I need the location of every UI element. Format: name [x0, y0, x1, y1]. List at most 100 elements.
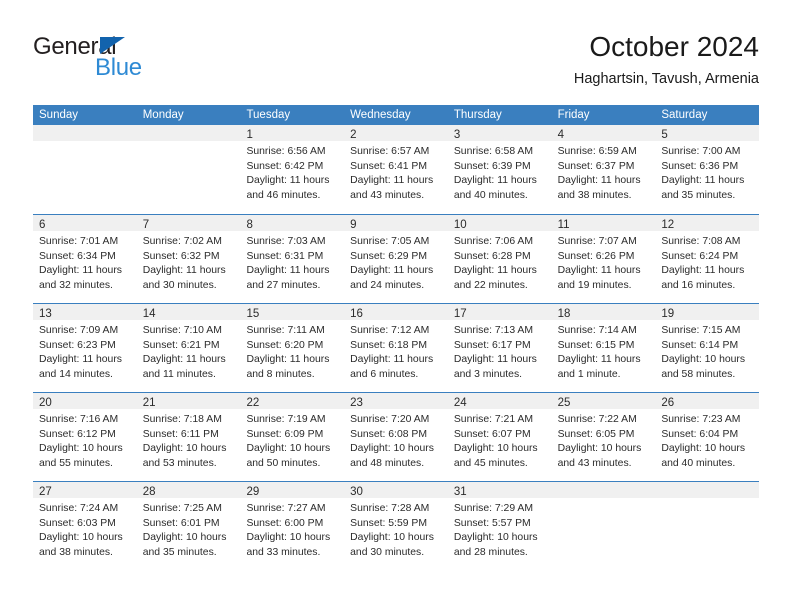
daylight-text-line2: and 27 minutes.: [246, 279, 321, 291]
daylight-text-line2: and 11 minutes.: [142, 368, 216, 380]
day-number-strip: 4: [551, 125, 656, 141]
sunrise-text: Sunrise: 7:22 AM: [557, 414, 637, 425]
weekday-header-friday: Friday: [557, 109, 590, 121]
day-cell[interactable]: 14 Sunrise: 7:10 AM Sunset: 6:21 PM Dayligh…: [136, 304, 241, 392]
page-title: October 2024: [589, 31, 759, 62]
sunset-text: Sunset: 6:42 PM: [246, 160, 324, 172]
day-cell[interactable]: 5 Sunrise: 7:00 AM Sunset: 6:36 PM Daylight…: [655, 125, 760, 214]
daylight-text-line1: Daylight: 10 hours: [557, 443, 642, 455]
day-cell[interactable]: 6 Sunrise: 7:01 AM Sunset: 6:34 PM Daylight…: [33, 215, 137, 303]
day-cell[interactable]: 2 Sunrise: 6:57 AM Sunset: 6:41 PM Daylight…: [344, 125, 448, 214]
sunrise-text: Sunrise: 7:06 AM: [453, 236, 534, 247]
day-cell[interactable]: 28 Sunrise: 7:25 AM Sunset: 6:01 PM Dayligh…: [136, 482, 241, 570]
day-details: Sunrise: 6:57 AM Sunset: 6:41 PM Daylight:…: [344, 141, 448, 203]
day-cell[interactable]: 24 Sunrise: 7:21 AM Sunset: 6:07 PM Dayligh…: [447, 393, 552, 481]
day-details: Sunrise: 7:09 AM Sunset: 6:23 PM Daylight:…: [33, 320, 137, 382]
day-details: Sunrise: 7:06 AM Sunset: 6:28 PM Daylight:…: [448, 231, 552, 293]
day-details: Sunrise: 7:05 AM Sunset: 6:29 PM Daylight:…: [344, 231, 448, 293]
day-number-strip: [33, 125, 137, 141]
sunset-text: Sunset: 6:07 PM: [453, 428, 531, 440]
day-cell[interactable]: 22 Sunrise: 7:19 AM Sunset: 6:09 PM Dayligh…: [240, 393, 345, 481]
daylight-text-line1: Daylight: 11 hours: [350, 265, 434, 277]
sunset-text: Sunset: 6:26 PM: [557, 250, 635, 262]
day-number-strip: 18: [551, 304, 656, 320]
daylight-text-line1: Daylight: 11 hours: [246, 265, 330, 277]
daylight-text-line1: Daylight: 11 hours: [142, 265, 226, 277]
day-number: 24: [453, 397, 467, 409]
day-number-strip: 28: [136, 482, 241, 498]
sunset-text: Sunset: 6:14 PM: [661, 339, 739, 351]
day-number: 28: [142, 486, 156, 498]
day-cell[interactable]: 26 Sunrise: 7:23 AM Sunset: 6:04 PM Dayligh…: [655, 393, 760, 481]
sunset-text: Sunset: 6:00 PM: [246, 517, 324, 529]
day-cell[interactable]: 19 Sunrise: 7:15 AM Sunset: 6:14 PM Dayligh…: [655, 304, 760, 392]
daylight-text-line1: Daylight: 11 hours: [142, 354, 226, 366]
day-number: 10: [453, 219, 467, 231]
sunrise-text: Sunrise: 7:27 AM: [246, 503, 326, 514]
day-number: 30: [350, 486, 363, 498]
sunrise-text: Sunrise: 7:05 AM: [350, 236, 430, 247]
day-cell[interactable]: 21 Sunrise: 7:18 AM Sunset: 6:11 PM Dayligh…: [136, 393, 241, 481]
day-cell[interactable]: 16 Sunrise: 7:12 AM Sunset: 6:18 PM Dayligh…: [344, 304, 448, 392]
day-details: Sunrise: 7:03 AM Sunset: 6:31 PM Daylight:…: [240, 231, 344, 293]
sunset-text: Sunset: 6:32 PM: [142, 250, 220, 262]
sunrise-text: Sunrise: 7:23 AM: [661, 414, 741, 425]
day-cell[interactable]: 29 Sunrise: 7:27 AM Sunset: 6:00 PM Dayligh…: [240, 482, 345, 570]
sunset-text: Sunset: 6:36 PM: [661, 160, 739, 172]
logo-triangle-icon: [100, 37, 125, 54]
day-cell[interactable]: 1 Sunrise: 6:56 AM Sunset: 6:42 PM Daylight…: [240, 125, 345, 214]
daylight-text-line1: Daylight: 11 hours: [350, 354, 434, 366]
daylight-text-line1: Daylight: 10 hours: [350, 443, 434, 455]
sunrise-text: Sunrise: 7:24 AM: [39, 503, 119, 514]
day-number-strip: 7: [136, 215, 241, 231]
day-number: 12: [661, 219, 675, 231]
day-cell[interactable]: 7 Sunrise: 7:02 AM Sunset: 6:32 PM Daylight…: [136, 215, 241, 303]
daylight-text-line1: Daylight: 11 hours: [453, 175, 537, 187]
day-cell[interactable]: 13 Sunrise: 7:09 AM Sunset: 6:23 PM Dayligh…: [33, 304, 137, 392]
day-details: Sunrise: 7:21 AM Sunset: 6:07 PM Daylight:…: [448, 409, 552, 471]
day-details: Sunrise: 7:10 AM Sunset: 6:21 PM Daylight:…: [137, 320, 241, 382]
day-details: Sunrise: 7:13 AM Sunset: 6:17 PM Daylight:…: [448, 320, 552, 382]
day-cell[interactable]: 4 Sunrise: 6:59 AM Sunset: 6:37 PM Daylight…: [551, 125, 656, 214]
day-number: 9: [350, 219, 357, 231]
day-cell[interactable]: 10 Sunrise: 7:06 AM Sunset: 6:28 PM Dayligh…: [447, 215, 552, 303]
day-cell-empty: [136, 125, 241, 214]
sunset-text: Sunset: 6:21 PM: [142, 339, 220, 351]
day-cell[interactable]: 17 Sunrise: 7:13 AM Sunset: 6:17 PM Dayligh…: [447, 304, 552, 392]
day-cell[interactable]: 9 Sunrise: 7:05 AM Sunset: 6:29 PM Daylight…: [344, 215, 448, 303]
day-cell[interactable]: 3 Sunrise: 6:58 AM Sunset: 6:39 PM Daylight…: [447, 125, 552, 214]
day-cell[interactable]: 8 Sunrise: 7:03 AM Sunset: 6:31 PM Daylight…: [240, 215, 345, 303]
day-number: 31: [453, 486, 467, 498]
daylight-text-line1: Daylight: 11 hours: [661, 265, 745, 277]
day-number-strip: 15: [240, 304, 345, 320]
general-blue-logo[interactable]: General Blue: [33, 34, 223, 90]
sunrise-text: Sunrise: 7:18 AM: [142, 414, 222, 425]
daylight-text-line1: Daylight: 11 hours: [661, 175, 745, 187]
day-cell[interactable]: 20 Sunrise: 7:16 AM Sunset: 6:12 PM Dayligh…: [33, 393, 137, 481]
daylight-text-line2: and 32 minutes.: [39, 279, 113, 291]
day-details: Sunrise: 7:29 AM Sunset: 5:57 PM Daylight:…: [448, 498, 552, 560]
daylight-text-line1: Daylight: 10 hours: [142, 532, 227, 544]
sunrise-text: Sunrise: 7:13 AM: [453, 325, 534, 336]
day-cell-empty: [551, 482, 656, 570]
day-cell[interactable]: 25 Sunrise: 7:22 AM Sunset: 6:05 PM Dayligh…: [551, 393, 656, 481]
day-cell[interactable]: 11 Sunrise: 7:07 AM Sunset: 6:26 PM Dayligh…: [551, 215, 656, 303]
weekday-header-row: Sunday Monday Tuesday Wednesday Thursday Frid…: [33, 105, 759, 125]
day-details: Sunrise: 7:01 AM Sunset: 6:34 PM Daylight:…: [33, 231, 137, 293]
day-details: Sunrise: 7:08 AM Sunset: 6:24 PM Daylight:…: [655, 231, 759, 293]
day-cell[interactable]: 30 Sunrise: 7:28 AM Sunset: 5:59 PM Dayligh…: [344, 482, 448, 570]
day-cell[interactable]: 15 Sunrise: 7:11 AM Sunset: 6:20 PM Dayligh…: [240, 304, 345, 392]
day-cell[interactable]: 12 Sunrise: 7:08 AM Sunset: 6:24 PM Dayligh…: [655, 215, 760, 303]
daylight-text-line1: Daylight: 11 hours: [246, 175, 330, 187]
day-number-strip: [136, 125, 241, 141]
day-number-strip: 31: [447, 482, 552, 498]
day-cell[interactable]: 31 Sunrise: 7:29 AM Sunset: 5:57 PM Dayligh…: [447, 482, 552, 570]
day-cell[interactable]: 23 Sunrise: 7:20 AM Sunset: 6:08 PM Dayligh…: [344, 393, 448, 481]
day-details: Sunrise: 6:58 AM Sunset: 6:39 PM Daylight:…: [448, 141, 552, 203]
sunset-text: Sunset: 6:41 PM: [350, 160, 427, 172]
day-cell[interactable]: 18 Sunrise: 7:14 AM Sunset: 6:15 PM Dayligh…: [551, 304, 656, 392]
day-cell[interactable]: 27 Sunrise: 7:24 AM Sunset: 6:03 PM Dayligh…: [33, 482, 137, 570]
daylight-text-line1: Daylight: 10 hours: [453, 532, 538, 544]
day-details: Sunrise: 7:24 AM Sunset: 6:03 PM Daylight:…: [33, 498, 137, 560]
daylight-text-line2: and 35 minutes.: [661, 189, 736, 201]
